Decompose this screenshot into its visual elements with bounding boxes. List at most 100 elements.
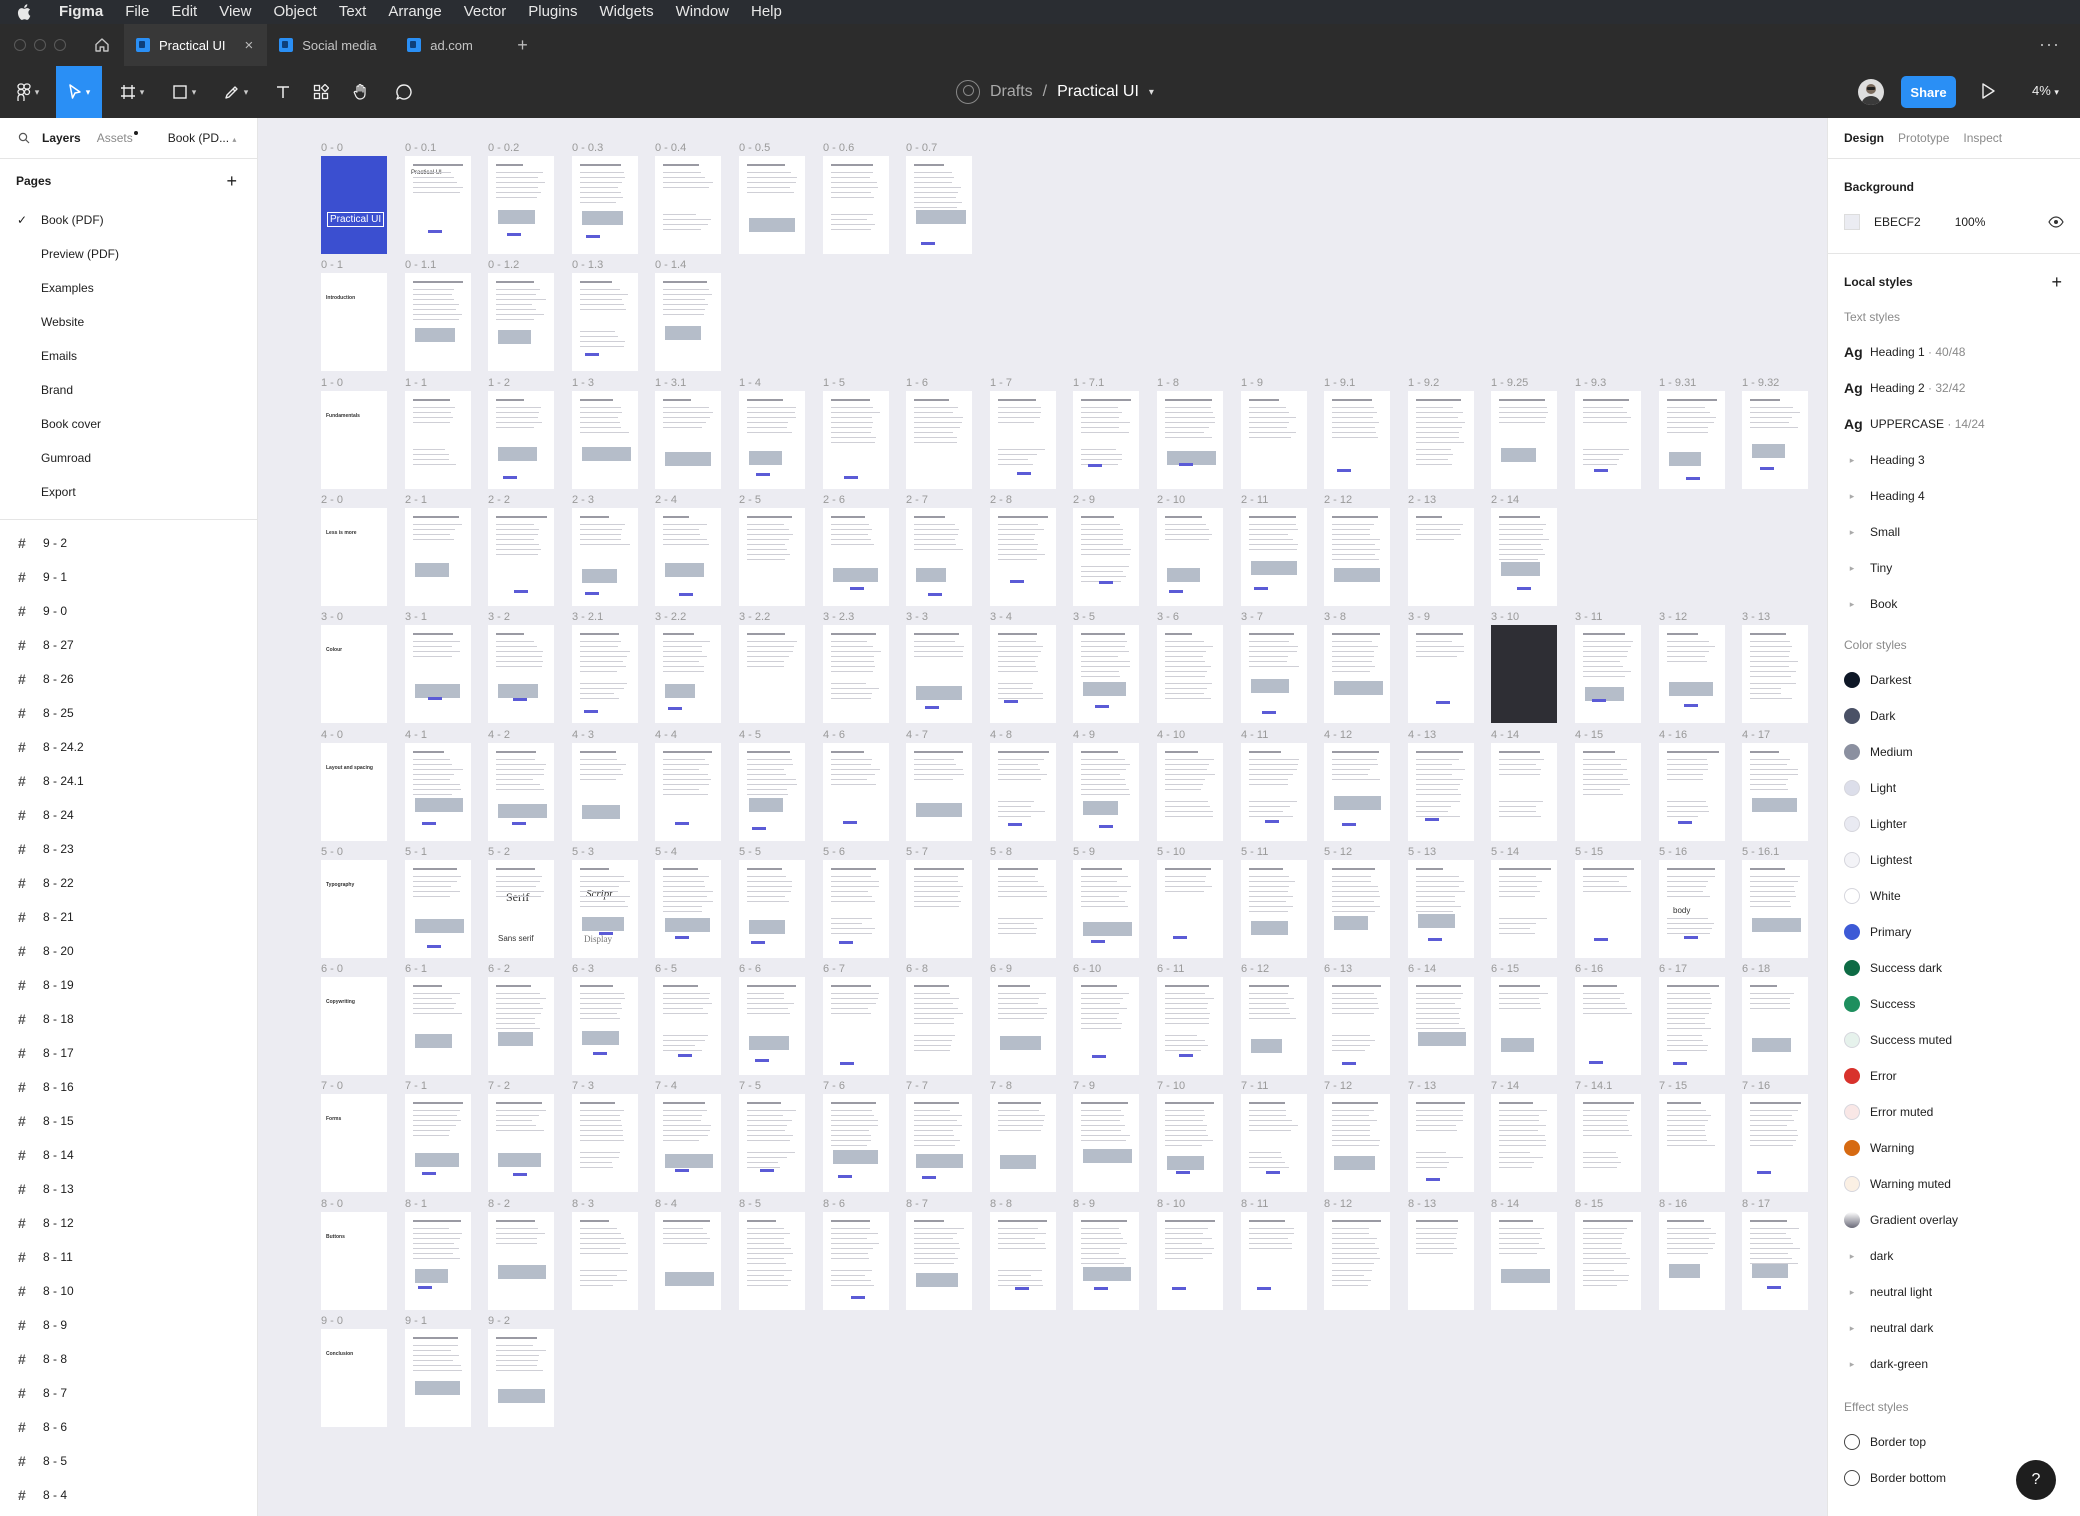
text-tool-button[interactable]: [266, 66, 300, 118]
frame-thumbnail[interactable]: [739, 1094, 805, 1192]
frame-thumbnail[interactable]: [823, 1212, 889, 1310]
color-style-row[interactable]: Lightest: [1828, 842, 2080, 878]
comment-tool-button[interactable]: [387, 66, 421, 118]
frame-thumbnail[interactable]: [405, 1094, 471, 1192]
frame-thumbnail[interactable]: [655, 1094, 721, 1192]
text-style-row[interactable]: ▸ Small: [1828, 514, 2080, 550]
frame-thumbnail[interactable]: [1408, 625, 1474, 723]
layer-row[interactable]: #8 - 20: [0, 934, 257, 968]
menu-help[interactable]: Help: [740, 0, 793, 24]
frame-thumbnail[interactable]: [1491, 1212, 1557, 1310]
menu-arrange[interactable]: Arrange: [377, 0, 452, 24]
page-item[interactable]: Preview (PDF): [0, 237, 257, 271]
frame-thumbnail[interactable]: [1073, 625, 1139, 723]
frame-thumbnail[interactable]: [572, 743, 638, 841]
frame-thumbnail[interactable]: [1742, 860, 1808, 958]
color-style-row[interactable]: Success muted: [1828, 1022, 2080, 1058]
frame-thumbnail[interactable]: Script Display: [572, 860, 638, 958]
frame-thumbnail[interactable]: [488, 1212, 554, 1310]
frame-thumbnail[interactable]: [990, 1094, 1056, 1192]
frame-thumbnail[interactable]: [655, 1212, 721, 1310]
frame-thumbnail[interactable]: [1742, 1212, 1808, 1310]
add-page-icon[interactable]: +: [226, 171, 237, 192]
eye-icon[interactable]: [2048, 216, 2064, 228]
frame-thumbnail[interactable]: [739, 391, 805, 489]
frame-thumbnail[interactable]: [1324, 625, 1390, 723]
background-hex[interactable]: EBECF2: [1874, 215, 1921, 229]
menu-window[interactable]: Window: [665, 0, 740, 24]
chevron-right-icon[interactable]: ▸: [1844, 491, 1860, 502]
menu-view[interactable]: View: [208, 0, 262, 24]
frame-thumbnail[interactable]: [655, 743, 721, 841]
background-opacity[interactable]: 100%: [1955, 215, 1986, 229]
text-style-row[interactable]: Ag UPPERCASE · 14/24: [1828, 406, 2080, 442]
frame-thumbnail[interactable]: Less is more: [321, 508, 387, 606]
frame-thumbnail[interactable]: [488, 156, 554, 254]
frame-thumbnail[interactable]: [1491, 860, 1557, 958]
frame-thumbnail[interactable]: [823, 977, 889, 1075]
frame-thumbnail[interactable]: [1491, 625, 1557, 723]
frame-thumbnail[interactable]: [1408, 860, 1474, 958]
frame-thumbnail[interactable]: [823, 156, 889, 254]
layer-row[interactable]: #8 - 24.1: [0, 764, 257, 798]
frame-thumbnail[interactable]: [572, 977, 638, 1075]
frame-thumbnail[interactable]: [739, 1212, 805, 1310]
frame-thumbnail[interactable]: [1324, 1094, 1390, 1192]
text-style-row[interactable]: ▸ Heading 3: [1828, 442, 2080, 478]
frame-thumbnail[interactable]: [823, 391, 889, 489]
frame-thumbnail[interactable]: [1157, 391, 1223, 489]
text-style-row[interactable]: ▸ Tiny: [1828, 550, 2080, 586]
menu-file[interactable]: File: [114, 0, 160, 24]
frame-thumbnail[interactable]: Layout and spacing: [321, 743, 387, 841]
color-style-row[interactable]: Error: [1828, 1058, 2080, 1094]
frame-thumbnail[interactable]: [1659, 625, 1725, 723]
frame-thumbnail[interactable]: [1742, 625, 1808, 723]
frame-thumbnail[interactable]: Practical UI: [321, 156, 387, 254]
chevron-right-icon[interactable]: ▸: [1844, 1287, 1860, 1298]
color-style-row[interactable]: Success dark: [1828, 950, 2080, 986]
color-style-row[interactable]: Light: [1828, 770, 2080, 806]
tab-ad-com[interactable]: ad.com: [395, 24, 507, 66]
chevron-right-icon[interactable]: ▸: [1844, 563, 1860, 574]
frame-thumbnail[interactable]: [990, 860, 1056, 958]
frame-thumbnail[interactable]: [990, 1212, 1056, 1310]
frame-thumbnail[interactable]: [739, 156, 805, 254]
hand-tool-button[interactable]: [344, 66, 378, 118]
layer-row[interactable]: #8 - 14: [0, 1138, 257, 1172]
apple-icon[interactable]: [0, 4, 48, 20]
background-fill-row[interactable]: EBECF2 100%: [1828, 205, 2080, 239]
layer-row[interactable]: #8 - 25: [0, 696, 257, 730]
frame-thumbnail[interactable]: Serif Sans serif: [488, 860, 554, 958]
frame-thumbnail[interactable]: [1157, 860, 1223, 958]
layer-row[interactable]: #8 - 13: [0, 1172, 257, 1206]
frame-thumbnail[interactable]: [1157, 508, 1223, 606]
color-style-row[interactable]: Error muted: [1828, 1094, 2080, 1130]
frame-thumbnail[interactable]: body: [1659, 860, 1725, 958]
color-style-row[interactable]: ▸ neutral dark: [1828, 1310, 2080, 1346]
frame-thumbnail[interactable]: [1324, 1212, 1390, 1310]
layer-row[interactable]: #8 - 26: [0, 662, 257, 696]
frame-thumbnail[interactable]: [405, 625, 471, 723]
frame-thumbnail[interactable]: [1241, 977, 1307, 1075]
breadcrumb-project[interactable]: Drafts: [990, 83, 1033, 101]
layer-row[interactable]: #8 - 8: [0, 1342, 257, 1376]
layer-row[interactable]: #8 - 6: [0, 1410, 257, 1444]
page-item[interactable]: Gumroad: [0, 441, 257, 475]
frame-thumbnail[interactable]: [906, 391, 972, 489]
frame-thumbnail[interactable]: [906, 743, 972, 841]
frame-thumbnail[interactable]: [1575, 743, 1641, 841]
layer-row[interactable]: #8 - 24.2: [0, 730, 257, 764]
frame-thumbnail[interactable]: [823, 625, 889, 723]
add-style-icon[interactable]: +: [2051, 272, 2062, 293]
frame-thumbnail[interactable]: Forms: [321, 1094, 387, 1192]
layer-row[interactable]: #8 - 18: [0, 1002, 257, 1036]
frame-thumbnail[interactable]: [1241, 1212, 1307, 1310]
frame-thumbnail[interactable]: [572, 1212, 638, 1310]
background-swatch[interactable]: [1844, 214, 1860, 230]
frame-thumbnail[interactable]: [906, 1212, 972, 1310]
frame-thumbnail[interactable]: [990, 508, 1056, 606]
frame-thumbnail[interactable]: [1241, 1094, 1307, 1192]
frame-thumbnail[interactable]: [1575, 977, 1641, 1075]
layer-row[interactable]: #8 - 15: [0, 1104, 257, 1138]
frame-thumbnail[interactable]: [488, 273, 554, 371]
